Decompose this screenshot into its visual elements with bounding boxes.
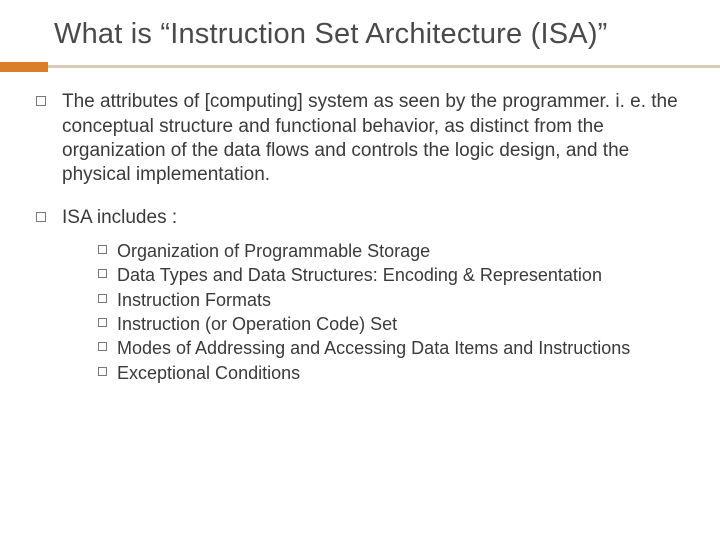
sub-list-item: Modes of Addressing and Accessing Data I… (98, 337, 690, 360)
list-item-text: The attributes of [computing] system as … (62, 90, 690, 187)
sub-list-item-text: Instruction (or Operation Code) Set (117, 313, 397, 336)
slide-title: What is “Instruction Set Architecture (I… (0, 0, 720, 62)
title-underline (0, 62, 720, 72)
sub-list-item: Instruction (or Operation Code) Set (98, 313, 690, 336)
sub-list-item: Organization of Programmable Storage (98, 240, 690, 263)
sub-list-item-text: Instruction Formats (117, 289, 271, 312)
sub-list: Organization of Programmable Storage Dat… (36, 240, 690, 385)
square-bullet-icon (98, 294, 107, 303)
square-bullet-icon (36, 96, 46, 106)
sub-list-item-text: Data Types and Data Structures: Encoding… (117, 264, 602, 287)
list-item-text: ISA includes : (62, 206, 177, 230)
square-bullet-icon (36, 212, 46, 222)
sub-list-item-text: Organization of Programmable Storage (117, 240, 430, 263)
square-bullet-icon (98, 367, 107, 376)
underline-accent (0, 62, 48, 72)
square-bullet-icon (98, 342, 107, 351)
body-content: The attributes of [computing] system as … (0, 90, 720, 385)
square-bullet-icon (98, 269, 107, 278)
square-bullet-icon (98, 318, 107, 327)
sub-list-item-text: Modes of Addressing and Accessing Data I… (117, 337, 630, 360)
underline-bar (0, 65, 720, 68)
list-item: The attributes of [computing] system as … (36, 90, 690, 187)
sub-list-item-text: Exceptional Conditions (117, 362, 300, 385)
list-item: ISA includes : (36, 206, 690, 230)
sub-list-item: Data Types and Data Structures: Encoding… (98, 264, 690, 287)
square-bullet-icon (98, 245, 107, 254)
sub-list-item: Instruction Formats (98, 289, 690, 312)
sub-list-item: Exceptional Conditions (98, 362, 690, 385)
